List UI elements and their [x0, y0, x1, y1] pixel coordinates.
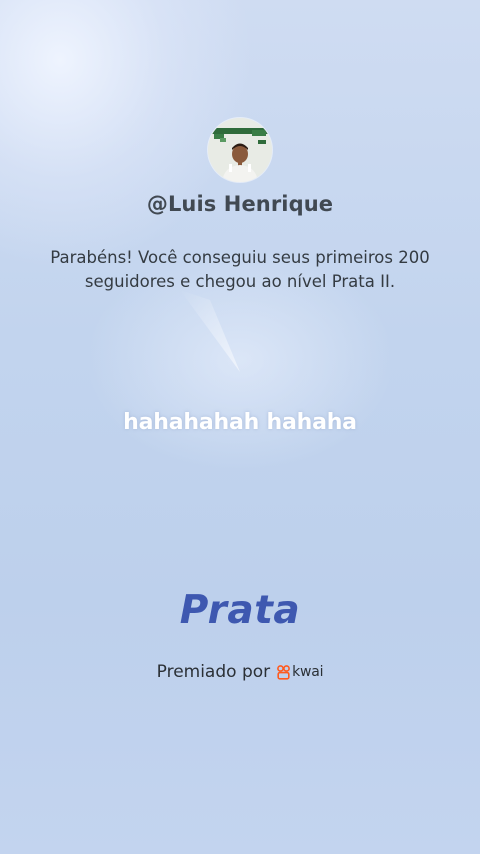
- level-title: Prata: [179, 588, 301, 633]
- avatar[interactable]: [208, 118, 272, 182]
- awarded-by-row: Premiado por kwai: [0, 662, 480, 682]
- achievement-message: Parabéns! Você conseguiu seus primeiros …: [50, 248, 430, 291]
- kwai-brand-name: kwai: [292, 664, 324, 680]
- achievement-screen: @Luis Henrique Parabéns! Você conseguiu …: [0, 0, 480, 854]
- awarded-by-label: Premiado por: [156, 662, 271, 682]
- video-caption-overlay: hahahahah hahaha: [123, 410, 357, 435]
- user-avatar-photo: [208, 118, 272, 182]
- kwai-brand[interactable]: kwai: [277, 664, 324, 680]
- kwai-logo-icon: [277, 664, 291, 680]
- username[interactable]: @Luis Henrique: [0, 192, 480, 216]
